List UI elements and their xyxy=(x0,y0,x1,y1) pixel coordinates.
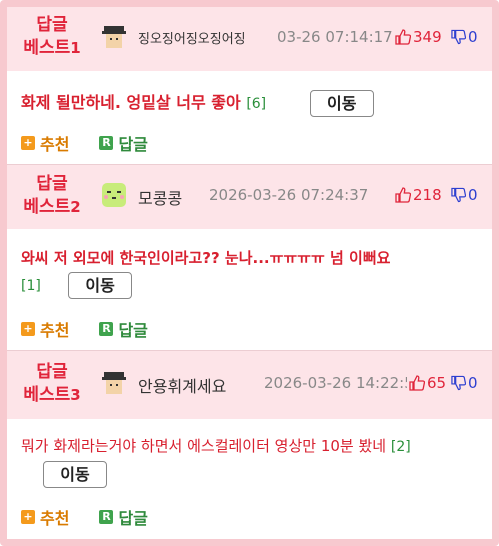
post-body: 화제 될만하네. 엉밑살 너무 좋아 [6] 이동 xyxy=(21,89,481,118)
best-rank: 2 xyxy=(70,198,81,216)
post-body: 와씨 저 외모에 한국인이라고?? 눈나...ㅠㅠㅠㅠ 넘 이뻐요 [1] 이동 xyxy=(21,245,491,300)
upvote-button[interactable]: 65 xyxy=(407,374,447,392)
nickname[interactable]: 징오징어징오징어징 xyxy=(138,28,246,47)
post-date: 2026-03-26 14:22:58 xyxy=(264,374,424,392)
reply-label: 답글 xyxy=(118,321,148,340)
recommend-button[interactable]: + 추천 xyxy=(21,505,69,529)
downvote-count: 0 xyxy=(468,28,478,46)
best-label: 답글 xyxy=(36,174,68,194)
avatar-icon[interactable] xyxy=(99,180,129,210)
move-button[interactable]: 이동 xyxy=(43,461,107,488)
downvote-count: 0 xyxy=(468,186,478,204)
reply-count: [2] xyxy=(390,439,411,455)
recommend-button[interactable]: + 추천 xyxy=(21,317,69,341)
upvote-button[interactable]: 349 xyxy=(395,28,442,46)
recommend-label: 추천 xyxy=(40,509,70,528)
recommend-button[interactable]: + 추천 xyxy=(21,131,69,155)
best-sub: 베스트 xyxy=(23,197,71,217)
thumbs-up-icon xyxy=(409,375,425,391)
post-date: 2026-03-26 07:24:37 xyxy=(209,186,369,204)
avatar-icon[interactable] xyxy=(99,368,129,398)
thumbs-up-icon xyxy=(395,29,411,45)
nickname[interactable]: 모콩콩 xyxy=(138,185,182,209)
thumbs-down-icon xyxy=(451,29,466,45)
post-date: 03-26 07:14:17 xyxy=(277,28,393,46)
post-actions: + 추천 R 답글 xyxy=(21,505,178,529)
upvote-button[interactable]: 218 xyxy=(395,186,442,204)
upvote-count: 349 xyxy=(413,28,442,46)
best-sub: 베스트 xyxy=(23,385,71,405)
plus-icon: + xyxy=(21,510,35,524)
post-actions: + 추천 R 답글 xyxy=(21,131,178,155)
plus-icon: + xyxy=(21,322,35,336)
upvote-count: 218 xyxy=(413,186,442,204)
move-button[interactable]: 이동 xyxy=(309,90,374,117)
best-sub: 베스트 xyxy=(23,38,71,58)
plus-icon: + xyxy=(21,136,35,150)
avatar-icon[interactable] xyxy=(99,22,129,52)
move-button[interactable]: 이동 xyxy=(68,272,133,299)
upvote-count: 65 xyxy=(427,374,447,392)
downvote-button[interactable]: 0 xyxy=(451,374,478,392)
reply-label: 답글 xyxy=(118,509,148,528)
best-badge: 답글 베스트1 xyxy=(7,14,97,60)
post-text: 와씨 저 외모에 한국인이라고?? 눈나...ㅠㅠㅠㅠ 넘 이뻐요 xyxy=(21,249,391,267)
best-rank: 1 xyxy=(70,39,81,57)
post-text: 뭐가 화제라는거야 하면서 에스컬레이터 영상만 10분 봤네 xyxy=(21,437,387,455)
best-label: 답글 xyxy=(36,362,68,382)
thumbs-down-icon xyxy=(451,187,466,203)
thumbs-down-icon xyxy=(451,375,466,391)
best-badge: 답글 베스트3 xyxy=(7,361,97,407)
downvote-button[interactable]: 0 xyxy=(451,186,478,204)
best-label: 답글 xyxy=(36,15,68,35)
recommend-label: 추천 xyxy=(40,135,70,154)
reply-button[interactable]: R 답글 xyxy=(99,317,148,341)
best-replies-list: 답글 베스트1 징오징어징오징어징 03-26 07:14:17 349 0 화… xyxy=(7,7,492,539)
thumbs-up-icon xyxy=(395,187,411,203)
post-actions: + 추천 R 답글 xyxy=(21,317,178,341)
downvote-count: 0 xyxy=(468,374,478,392)
reply-count: [1] xyxy=(21,278,41,294)
reply-button[interactable]: R 답글 xyxy=(99,131,148,155)
reply-r-icon: R xyxy=(99,322,114,336)
nickname[interactable]: 안용휘계세요 xyxy=(138,373,226,397)
post-body: 뭐가 화제라는거야 하면서 에스컬레이터 영상만 10분 봤네 [2] 이동 xyxy=(21,433,491,488)
recommend-label: 추천 xyxy=(40,321,70,340)
reply-count: [6] xyxy=(246,96,267,112)
post-text: 화제 될만하네. 엉밑살 너무 좋아 xyxy=(21,93,241,112)
reply-button[interactable]: R 답글 xyxy=(99,505,148,529)
downvote-button[interactable]: 0 xyxy=(451,28,478,46)
reply-r-icon: R xyxy=(99,510,114,524)
best-rank: 3 xyxy=(70,386,81,404)
best-badge: 답글 베스트2 xyxy=(7,173,97,219)
reply-label: 답글 xyxy=(118,135,148,154)
reply-r-icon: R xyxy=(99,136,114,150)
